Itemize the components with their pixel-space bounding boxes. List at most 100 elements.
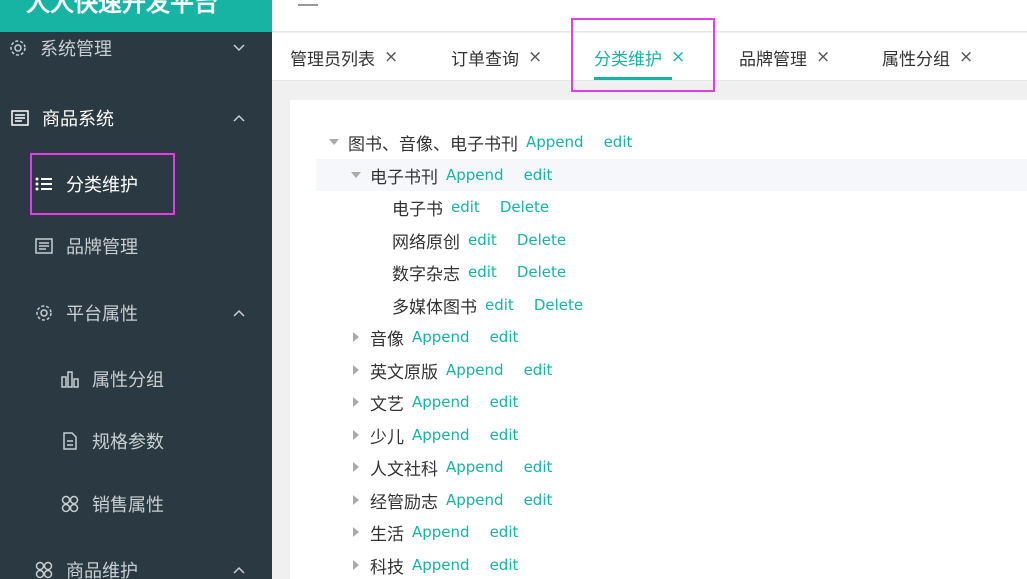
- delete-button[interactable]: Delete: [517, 263, 566, 281]
- sidebar-item-spec-params[interactable]: 规格参数: [0, 413, 272, 469]
- tree-node[interactable]: 科技 Append edit: [316, 549, 1027, 579]
- edit-button[interactable]: edit: [524, 458, 553, 476]
- edit-button[interactable]: edit: [490, 523, 519, 541]
- caret-right-icon[interactable]: [348, 362, 364, 378]
- chevron-down-icon: [233, 44, 245, 52]
- append-button[interactable]: Append: [412, 393, 470, 411]
- edit-button[interactable]: edit: [604, 133, 633, 151]
- edit-button[interactable]: edit: [524, 361, 553, 379]
- sidebar-item-attr-group[interactable]: 属性分组: [0, 351, 272, 407]
- tree-node[interactable]: 数字杂志 edit Delete: [316, 256, 1027, 288]
- delete-button[interactable]: Delete: [500, 198, 549, 216]
- append-button[interactable]: Append: [412, 523, 470, 541]
- edit-button[interactable]: edit: [490, 328, 519, 346]
- tab-brand[interactable]: 品牌管理 ×: [739, 33, 830, 81]
- edit-button[interactable]: edit: [468, 231, 497, 249]
- append-button[interactable]: Append: [446, 361, 504, 379]
- sidebar-item-sale-attrs[interactable]: 销售属性: [0, 476, 272, 532]
- sidebar-item-label: 系统管理: [40, 39, 112, 60]
- tree-node[interactable]: 电子书 edit Delete: [316, 191, 1027, 223]
- bar-chart-icon: [60, 369, 80, 389]
- delete-button[interactable]: Delete: [534, 296, 583, 314]
- caret-right-icon[interactable]: [348, 557, 364, 573]
- caret-right-icon[interactable]: [348, 394, 364, 410]
- tree-node[interactable]: 电子书刊 Append edit: [316, 159, 1027, 191]
- grid-icon: [60, 494, 80, 514]
- caret-down-icon[interactable]: [326, 134, 342, 150]
- tree-node[interactable]: 网络原创 edit Delete: [316, 224, 1027, 256]
- append-button[interactable]: Append: [526, 133, 584, 151]
- sidebar-item-platform-attrs[interactable]: 平台属性: [0, 285, 272, 341]
- sidebar-item-label: 品牌管理: [66, 237, 138, 258]
- append-button[interactable]: Append: [412, 426, 470, 444]
- chevron-up-icon: [233, 114, 245, 122]
- caret-down-icon[interactable]: [348, 167, 364, 183]
- content-panel: 图书、音像、电子书刊 Append edit 电子书刊 Append edit …: [290, 100, 1027, 579]
- tab-category[interactable]: 分类维护 ×: [594, 33, 685, 81]
- sidebar-item-label: 商品系统: [42, 109, 114, 130]
- tree-node[interactable]: 少儿 Append edit: [316, 419, 1027, 451]
- caret-right-icon[interactable]: [348, 524, 364, 540]
- tree-node[interactable]: 生活 Append edit: [316, 516, 1027, 548]
- sidebar-item-system[interactable]: 系统管理: [0, 20, 272, 76]
- sidebar-item-category[interactable]: 分类维护: [0, 156, 272, 212]
- tree-node[interactable]: 文艺 Append edit: [316, 386, 1027, 418]
- tree-node-label: 经管励志: [370, 492, 438, 513]
- tab-label: 品牌管理: [739, 49, 807, 70]
- list-icon: [34, 174, 54, 194]
- close-icon[interactable]: ×: [384, 47, 398, 67]
- edit-button[interactable]: edit: [490, 426, 519, 444]
- close-icon[interactable]: ×: [671, 47, 685, 67]
- tab-attr-group[interactable]: 属性分组 ×: [882, 33, 973, 81]
- list-box-icon: [10, 108, 30, 128]
- tree-node[interactable]: 多媒体图书 edit Delete: [316, 289, 1027, 321]
- tree-node-label: 数字杂志: [392, 264, 460, 285]
- append-button[interactable]: Append: [412, 556, 470, 574]
- sidebar-item-label: 规格参数: [92, 432, 164, 453]
- edit-button[interactable]: edit: [524, 166, 553, 184]
- gear-icon: [34, 303, 54, 323]
- hamburger-icon[interactable]: [298, 0, 318, 12]
- tree-node-label: 电子书: [392, 199, 443, 220]
- append-button[interactable]: Append: [412, 328, 470, 346]
- tree-node-label: 文艺: [370, 394, 404, 415]
- tree-node-label: 电子书刊: [370, 167, 438, 188]
- edit-button[interactable]: edit: [524, 491, 553, 509]
- close-icon[interactable]: ×: [959, 47, 973, 67]
- tree-node[interactable]: 经管励志 Append edit: [316, 484, 1027, 516]
- sidebar-item-product-maint[interactable]: 商品维护: [0, 542, 272, 579]
- chevron-up-icon: [233, 566, 245, 574]
- caret-right-icon[interactable]: [348, 329, 364, 345]
- tab-order-query[interactable]: 订单查询 ×: [451, 33, 542, 81]
- tree-node[interactable]: 人文社科 Append edit: [316, 451, 1027, 483]
- edit-button[interactable]: edit: [490, 556, 519, 574]
- caret-right-icon[interactable]: [348, 492, 364, 508]
- close-icon[interactable]: ×: [528, 47, 542, 67]
- edit-button[interactable]: edit: [451, 198, 480, 216]
- tree-node[interactable]: 音像 Append edit: [316, 321, 1027, 353]
- tree-node-label: 英文原版: [370, 362, 438, 383]
- tab-admin-list[interactable]: 管理员列表 ×: [290, 33, 398, 81]
- tree-node-label: 人文社科: [370, 459, 438, 480]
- append-button[interactable]: Append: [446, 166, 504, 184]
- edit-button[interactable]: edit: [485, 296, 514, 314]
- append-button[interactable]: Append: [446, 491, 504, 509]
- sidebar-item-label: 分类维护: [66, 175, 138, 196]
- edit-button[interactable]: edit: [468, 263, 497, 281]
- append-button[interactable]: Append: [446, 458, 504, 476]
- tree-node-label: 生活: [370, 524, 404, 545]
- tree-node-label: 音像: [370, 329, 404, 350]
- sidebar-item-product-system[interactable]: 商品系统: [0, 90, 272, 146]
- delete-button[interactable]: Delete: [517, 231, 566, 249]
- tree-node[interactable]: 图书、音像、电子书刊 Append edit: [316, 126, 1027, 158]
- sidebar-item-brand[interactable]: 品牌管理: [0, 218, 272, 274]
- sidebar-item-label: 销售属性: [92, 495, 164, 516]
- close-icon[interactable]: ×: [816, 47, 830, 67]
- tree-node[interactable]: 英文原版 Append edit: [316, 354, 1027, 386]
- caret-right-icon[interactable]: [348, 459, 364, 475]
- caret-right-icon[interactable]: [348, 427, 364, 443]
- tree-node-label: 多媒体图书: [392, 297, 477, 318]
- tab-label: 订单查询: [451, 49, 519, 70]
- top-bar: [272, 0, 1027, 32]
- edit-button[interactable]: edit: [490, 393, 519, 411]
